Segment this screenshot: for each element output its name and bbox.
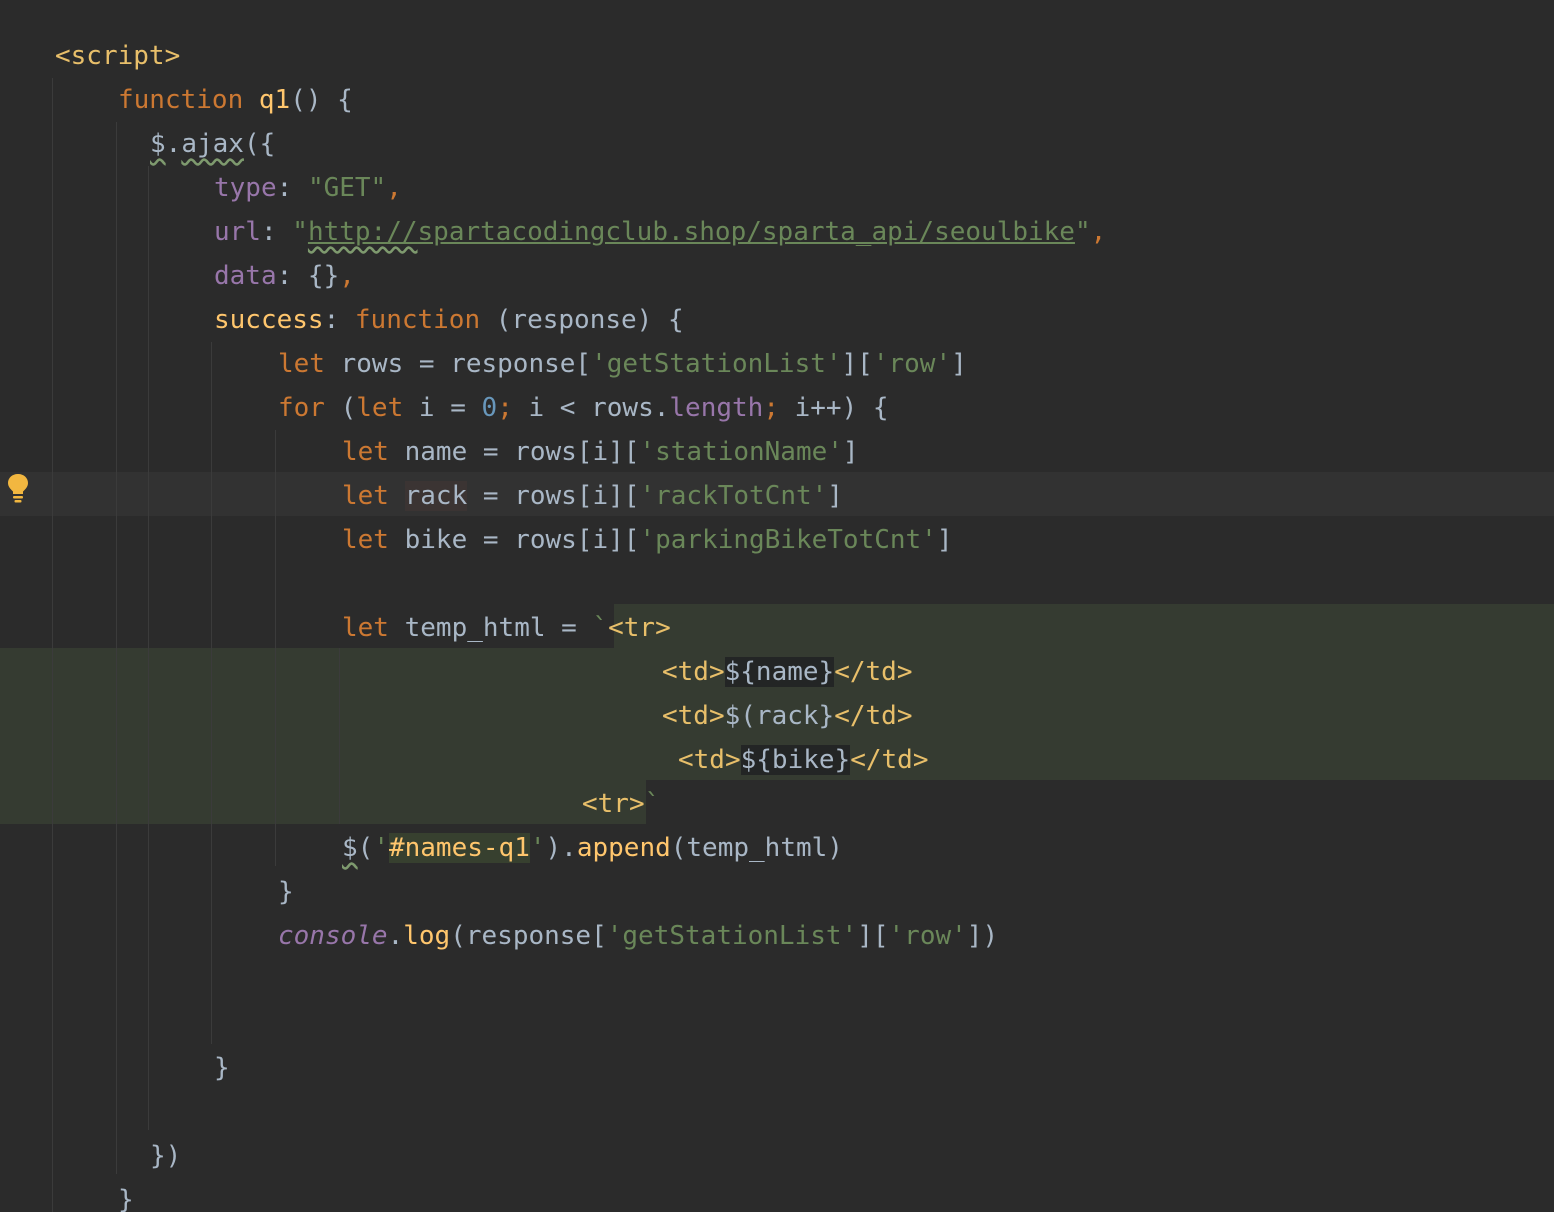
- line-8-text: for (let i = 0; i < rows.length; i++) {: [278, 393, 889, 423]
- line-4-text: url: "http://spartacodingclub.shop/spart…: [214, 217, 1107, 247]
- line-6-text: success: function (response) {: [214, 305, 684, 335]
- code-line: function q1() {: [0, 78, 1554, 122]
- code-line: let name = rows[i]['stationName']: [0, 430, 1554, 474]
- line-19-text: }: [278, 877, 294, 907]
- code-line: let rack = rows[i]['rackTotCnt']: [0, 474, 1554, 518]
- line-15-text: <td>$(rack}</td>: [662, 701, 913, 731]
- code-line: <td>$(rack}</td>: [0, 694, 1554, 738]
- line-17-text: <tr>`: [582, 789, 661, 819]
- line-10-text: let rack = rows[i]['rackTotCnt']: [342, 481, 843, 511]
- code-line: <tr>`: [0, 782, 1554, 826]
- code-line: <td>${bike}</td>: [0, 738, 1554, 782]
- line-1-text: function q1() {: [118, 85, 353, 115]
- code-line: <script>: [0, 34, 1554, 78]
- code-line: data: {},: [0, 254, 1554, 298]
- code-line: let rows = response['getStationList']['r…: [0, 342, 1554, 386]
- line-13-text: let temp_html = `<tr>: [342, 613, 671, 643]
- line-20-text: console.log(response['getStationList']['…: [278, 921, 999, 951]
- line-26-text: }: [118, 1185, 134, 1212]
- line-0-text: <script>: [55, 41, 181, 71]
- code-line: $('#names-q1').append(temp_html): [0, 826, 1554, 870]
- code-line: url: "http://spartacodingclub.shop/spart…: [0, 210, 1554, 254]
- line-5-text: data: {},: [214, 261, 355, 291]
- code-line: let bike = rows[i]['parkingBikeTotCnt']: [0, 518, 1554, 562]
- line-3-text: type: "GET",: [214, 173, 402, 203]
- line-14-text: <td>${name}</td>: [662, 657, 913, 687]
- line-16-text: <td>${bike}</td>: [678, 745, 929, 775]
- code-line: }: [0, 870, 1554, 914]
- code-line: for (let i = 0; i < rows.length; i++) {: [0, 386, 1554, 430]
- line-18-text: $('#names-q1').append(temp_html): [342, 833, 843, 863]
- code-line: }: [0, 1178, 1554, 1212]
- code-line: <td>${name}</td>: [0, 650, 1554, 694]
- code-line: type: "GET",: [0, 166, 1554, 210]
- code-line: $.ajax({: [0, 122, 1554, 166]
- code-line: console.log(response['getStationList']['…: [0, 914, 1554, 958]
- line-7-text: let rows = response['getStationList']['r…: [278, 349, 967, 379]
- code-line: let temp_html = `<tr>: [0, 606, 1554, 650]
- code-line: }: [0, 1046, 1554, 1090]
- line-9-text: let name = rows[i]['stationName']: [342, 437, 859, 467]
- line-2-text: $.ajax({: [150, 129, 276, 159]
- code-editor[interactable]: <script> function q1() { $.ajax({ type: …: [0, 0, 1554, 1212]
- code-line: }): [0, 1134, 1554, 1178]
- line-11-text: let bike = rows[i]['parkingBikeTotCnt']: [342, 525, 953, 555]
- line-25-text: }): [150, 1141, 182, 1171]
- code-line: success: function (response) {: [0, 298, 1554, 342]
- line-23-text: }: [214, 1053, 230, 1083]
